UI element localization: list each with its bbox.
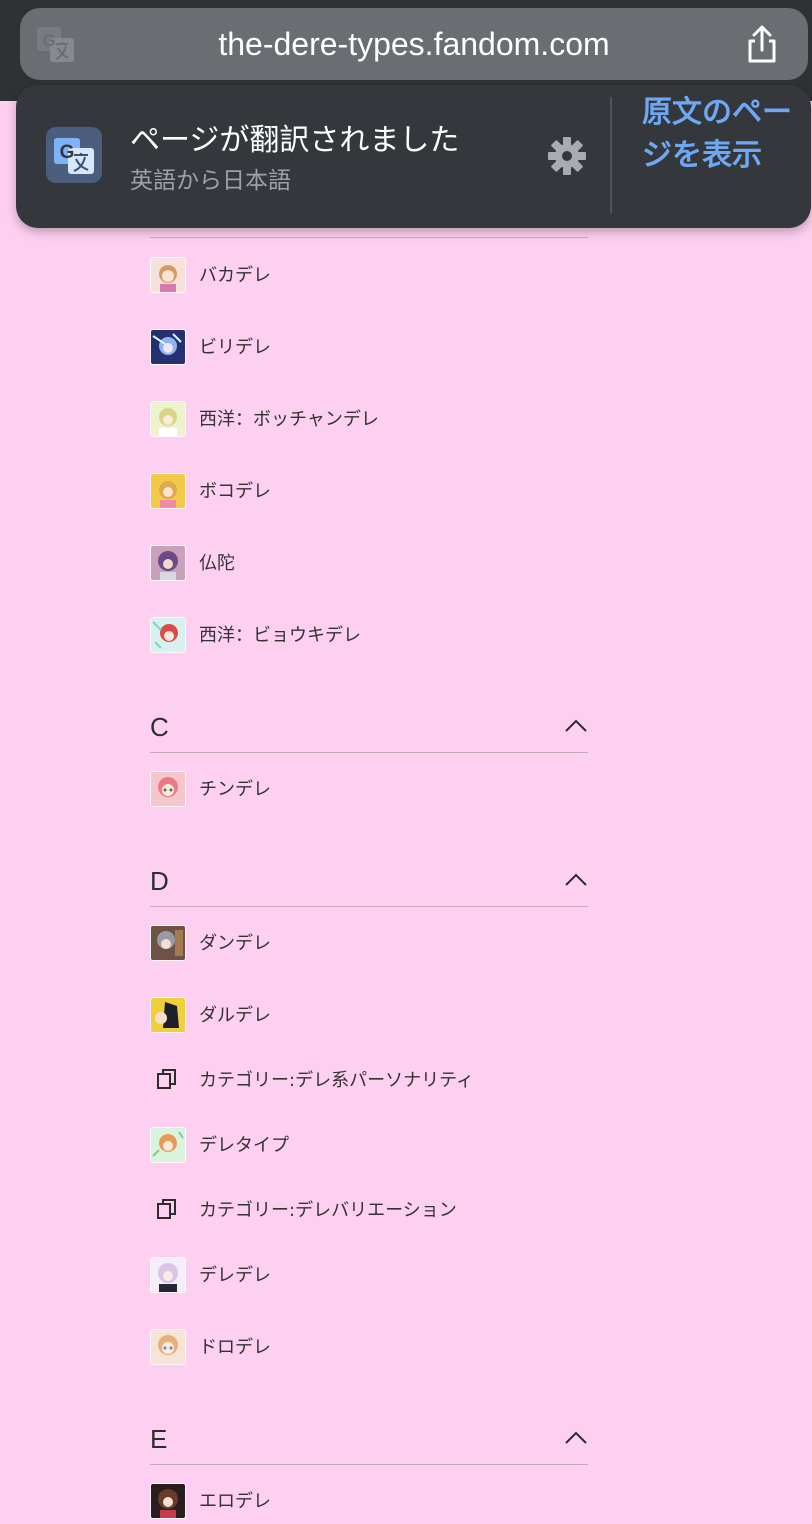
thumbnail-image (150, 771, 186, 807)
thumbnail-image (150, 473, 186, 509)
list-item-label[interactable]: ビリデレ (199, 333, 271, 359)
list-item[interactable]: バカデレ (150, 257, 588, 293)
category-icon (157, 1069, 176, 1089)
list-item-label[interactable]: ボコデレ (199, 477, 271, 503)
list-item-label[interactable]: 西洋：ボッチャンデレ (199, 405, 379, 431)
category-member-list: バカデレ ビリデレ 西洋：ボッチャンデレ ボコデレ 仏陀 西洋：ビョウキデレ C (0, 0, 812, 1524)
list-item-label[interactable]: ドロデレ (199, 1333, 271, 1359)
list-item[interactable]: デレデレ (150, 1257, 588, 1293)
thumbnail-image (150, 1257, 186, 1293)
chevron-up-icon[interactable] (564, 872, 588, 888)
list-item[interactable]: カテゴリー:デレ系パーソナリティ (150, 1062, 588, 1098)
list-item[interactable]: ボコデレ (150, 473, 588, 509)
section-header-c: C (150, 706, 588, 753)
thumbnail-image (150, 997, 186, 1033)
svg-text:G: G (42, 31, 55, 50)
list-item-label[interactable]: デレタイプ (199, 1131, 289, 1157)
list-item-label[interactable]: ダルデレ (199, 1001, 271, 1027)
url-text[interactable]: the-dere-types.fandom.com (100, 8, 728, 80)
banner-title: ページが翻訳されました (130, 123, 460, 158)
translate-icon[interactable]: G (36, 26, 76, 64)
thumbnail-image (150, 257, 186, 293)
thumbnail-image (150, 617, 186, 653)
list-item-label[interactable]: カテゴリー:デレ系パーソナリティ (199, 1066, 474, 1092)
section-divider (150, 237, 588, 238)
list-item-label[interactable]: カテゴリー:デレバリエーション (199, 1196, 457, 1222)
list-item[interactable]: デレタイプ (150, 1127, 588, 1163)
thumbnail-image (150, 925, 186, 961)
list-item[interactable]: エロデレ (150, 1483, 588, 1519)
list-item-label[interactable]: デレデレ (199, 1261, 271, 1287)
list-item[interactable]: カテゴリー:デレバリエーション (150, 1192, 588, 1228)
banner-divider (610, 97, 612, 213)
list-item-label[interactable]: 仏陀 (199, 549, 235, 575)
thumbnail-image (150, 1329, 186, 1365)
list-item-label[interactable]: バカデレ (199, 261, 271, 287)
category-icon (157, 1199, 176, 1219)
list-item[interactable]: ビリデレ (150, 329, 588, 365)
chevron-up-icon[interactable] (564, 718, 588, 734)
thumbnail-image (150, 1483, 186, 1519)
thumbnail-image (150, 401, 186, 437)
list-item-label[interactable]: ダンデレ (199, 929, 271, 955)
translate-icon: G (46, 127, 102, 183)
list-item[interactable]: ドロデレ (150, 1329, 588, 1365)
section-header-d: D (150, 860, 588, 907)
thumbnail-image (150, 545, 186, 581)
list-item[interactable]: ダンデレ (150, 925, 588, 961)
address-bar[interactable]: G the-dere-types.fandom.com (20, 8, 808, 80)
list-item-label[interactable]: チンデレ (199, 775, 271, 801)
translation-banner: G ページが翻訳されました 英語から日本語 原文のページを表示 (16, 85, 811, 228)
list-item-label[interactable]: 西洋：ビョウキデレ (199, 621, 361, 647)
show-original-button[interactable]: 原文のページを表示 (642, 91, 792, 177)
thumbnail-image (150, 329, 186, 365)
share-icon[interactable] (742, 24, 782, 64)
section-header-e: E (150, 1418, 588, 1465)
section-letter: C (150, 712, 169, 742)
svg-text:G: G (60, 142, 75, 163)
thumbnail-image (150, 1127, 186, 1163)
banner-subtitle: 英語から日本語 (130, 168, 291, 194)
section-letter: D (150, 866, 169, 896)
list-item[interactable]: チンデレ (150, 771, 588, 807)
list-item[interactable]: ダルデレ (150, 997, 588, 1033)
gear-icon[interactable] (546, 135, 588, 177)
chevron-up-icon[interactable] (564, 1430, 588, 1446)
list-item[interactable]: 西洋：ビョウキデレ (150, 617, 588, 653)
section-letter: E (150, 1424, 168, 1454)
list-item[interactable]: 仏陀 (150, 545, 588, 581)
list-item-label[interactable]: エロデレ (199, 1487, 271, 1513)
list-item[interactable]: 西洋：ボッチャンデレ (150, 401, 588, 437)
